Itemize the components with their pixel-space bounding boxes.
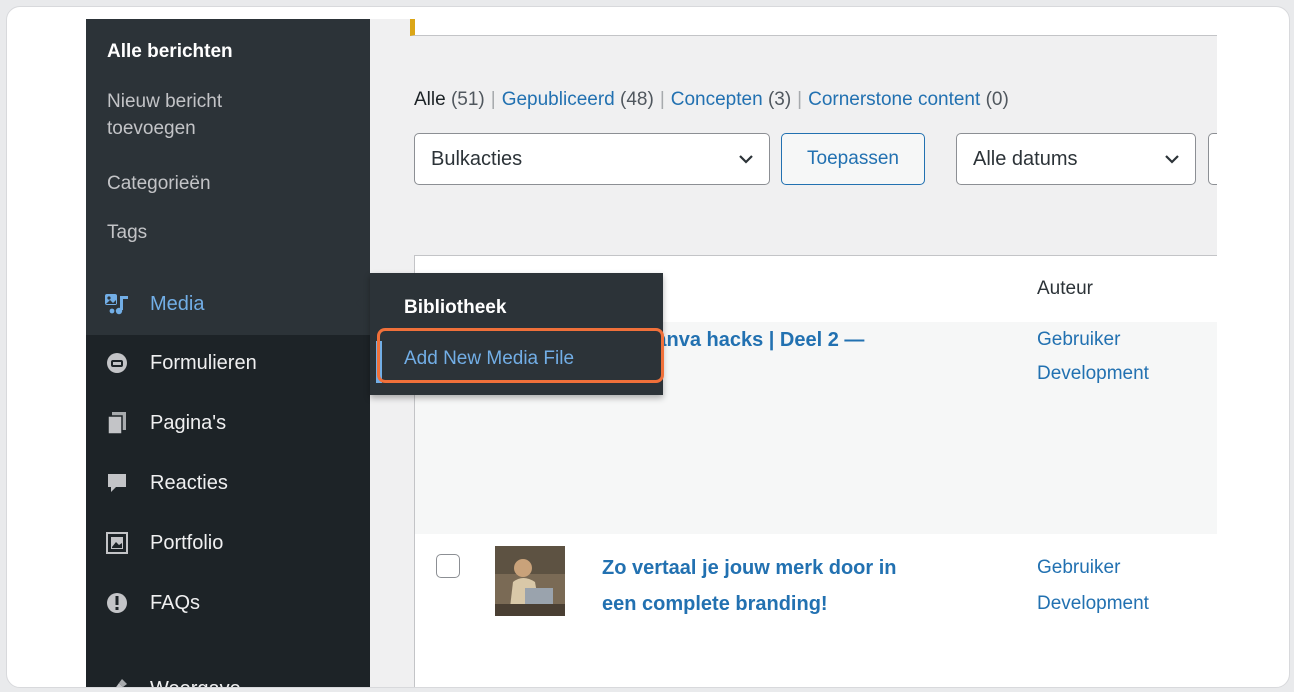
forms-icon: [104, 350, 130, 376]
post-author-line1[interactable]: Gebruiker: [1037, 323, 1120, 357]
appearance-icon: [104, 676, 130, 687]
filter-published-count: (48): [620, 89, 654, 110]
post-author-line2[interactable]: Development: [1037, 357, 1149, 391]
column-header-author[interactable]: Auteur: [1037, 278, 1093, 300]
sidebar-item-faqs[interactable]: FAQs: [86, 575, 370, 631]
table-row: Zo vertaal je jouw merk door in een comp…: [415, 534, 1217, 687]
category-filter-select[interactable]: [1208, 133, 1217, 185]
sidebar-item-label: FAQs: [150, 591, 201, 614]
bulk-actions-select[interactable]: Bulkacties: [414, 133, 770, 185]
sidebar-item-label: Portfolio: [150, 531, 224, 554]
sidebar-item-forms[interactable]: Formulieren: [86, 335, 370, 391]
submenu-all-posts[interactable]: Alle berichten: [107, 40, 233, 63]
tutorial-highlight-box: [377, 328, 664, 383]
post-author-line1[interactable]: Gebruiker: [1037, 551, 1120, 585]
media-flyout-pointer: [356, 289, 370, 317]
submenu-tags[interactable]: Tags: [107, 221, 147, 244]
filter-cornerstone-label[interactable]: Cornerstone content: [808, 89, 980, 110]
status-filter-links: Alle (51) | Gepubliceerd (48) | Concepten (3…: [414, 89, 1009, 111]
post-title-line2[interactable]: een complete branding!: [602, 586, 828, 622]
apply-button[interactable]: Toepassen: [781, 133, 925, 185]
separator: |: [797, 89, 803, 110]
screenshot-frame: Alle berichten Nieuw bericht toevoegen C…: [6, 6, 1290, 688]
sidebar-item-label: Pagina's: [150, 411, 227, 434]
pages-icon: [104, 410, 130, 436]
flyout-item-library[interactable]: Bibliotheek: [404, 297, 506, 319]
sidebar-item-label: Weergave: [150, 678, 241, 688]
filter-published-label[interactable]: Gepubliceerd: [502, 89, 615, 110]
sidebar-item-label: Media: [150, 292, 205, 315]
post-author-line2[interactable]: Development: [1037, 587, 1149, 621]
admin-notice: [410, 19, 1217, 36]
filter-all-label[interactable]: Alle: [414, 89, 446, 110]
date-filter-value: Alle datums: [973, 148, 1078, 170]
submenu-new-post-line2[interactable]: toevoegen: [107, 117, 196, 140]
filter-all-count: (51): [450, 89, 485, 110]
separator: |: [490, 89, 496, 110]
chevron-down-icon: [1165, 155, 1179, 164]
posts-submenu: Alle berichten Nieuw bericht toevoegen C…: [86, 19, 370, 273]
row-checkbox[interactable]: [436, 554, 460, 578]
wp-admin-viewport: Alle berichten Nieuw bericht toevoegen C…: [86, 19, 1217, 687]
portfolio-icon: [104, 530, 130, 556]
sidebar-item-appearance[interactable]: Weergave: [86, 661, 370, 687]
filter-drafts-count: (3): [767, 89, 792, 110]
faq-icon: [104, 590, 130, 616]
comments-icon: [104, 470, 130, 496]
filter-drafts-label[interactable]: Concepten: [671, 89, 763, 110]
admin-sidebar: Alle berichten Nieuw bericht toevoegen C…: [86, 19, 370, 687]
post-thumbnail[interactable]: [495, 546, 565, 616]
post-title-line1[interactable]: Zo vertaal je jouw merk door in: [602, 550, 897, 586]
sidebar-item-label: Formulieren: [150, 351, 257, 374]
date-filter-select[interactable]: Alle datums: [956, 133, 1196, 185]
bulk-actions-value: Bulkacties: [431, 148, 523, 170]
chevron-down-icon: [739, 155, 753, 164]
separator: |: [659, 89, 665, 110]
media-icon: [104, 291, 130, 317]
filter-cornerstone-count: (0): [985, 89, 1009, 110]
sidebar-item-comments[interactable]: Reacties: [86, 455, 370, 511]
sidebar-item-media[interactable]: Media: [86, 273, 370, 335]
submenu-new-post-line1[interactable]: Nieuw bericht: [107, 90, 222, 113]
submenu-categories[interactable]: Categorieën: [107, 172, 211, 195]
sidebar-item-pages[interactable]: Pagina's: [86, 395, 370, 451]
sidebar-item-portfolio[interactable]: Portfolio: [86, 515, 370, 571]
sidebar-item-label: Reacties: [150, 471, 228, 494]
